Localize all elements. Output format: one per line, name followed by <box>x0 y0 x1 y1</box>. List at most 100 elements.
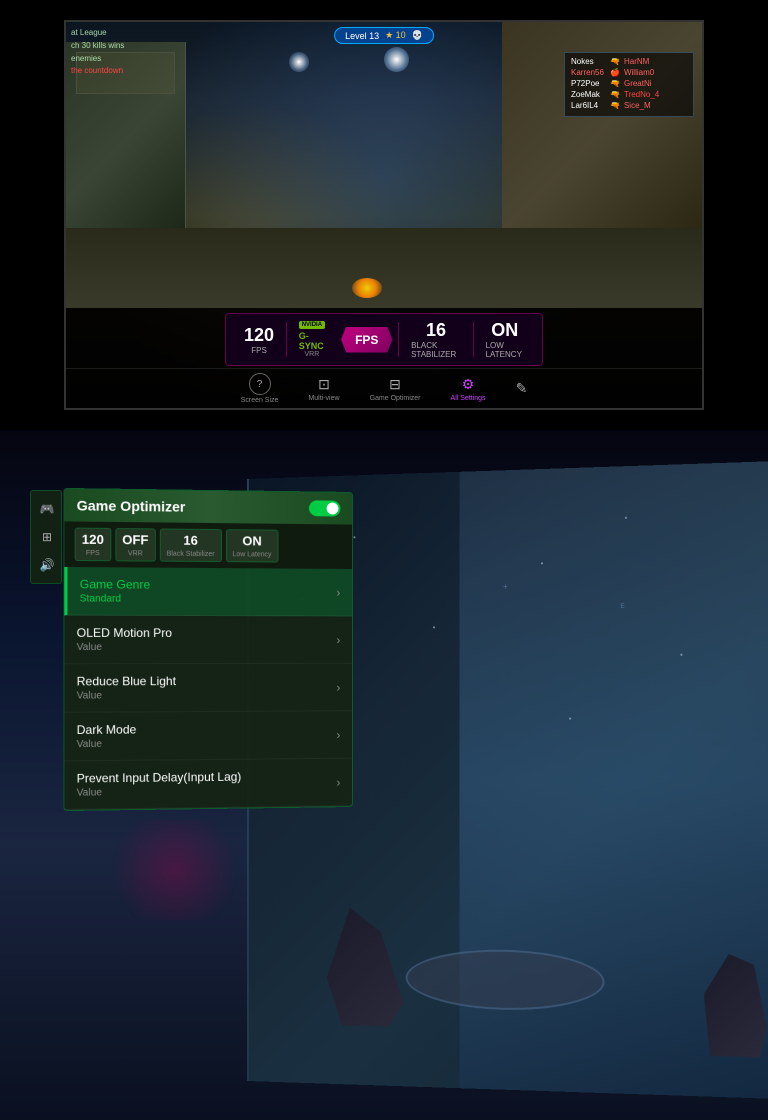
all-settings-control[interactable]: ⚙ All Settings <box>451 376 486 402</box>
mini-black-value: 16 <box>167 533 215 548</box>
control-bar: ? Screen Size ⊡ Multi-view ⊟ Game Optimi… <box>66 368 702 408</box>
light-2 <box>384 47 409 72</box>
chevron-right-icon-2: › <box>336 633 340 647</box>
fps-badge: FPS <box>341 327 392 353</box>
stat-divider <box>286 322 287 357</box>
top-section: at League ch 30 kills wins enemies the c… <box>0 0 768 430</box>
low-latency-stat: ON Low Latency <box>476 318 534 361</box>
multi-view-label: Multi-view <box>308 395 339 402</box>
mini-fps-label: FPS <box>86 550 100 557</box>
multi-view-icon: ⊡ <box>318 376 330 393</box>
optimizer-panel: Game Optimizer 120 FPS OFF VRR 16 Black … <box>63 488 353 811</box>
mini-stat-black: 16 Black Stabilizer <box>160 528 222 562</box>
particle <box>625 516 627 518</box>
gsync-sub: VRR <box>305 351 320 358</box>
menu-item-game-genre-value: Standard <box>80 593 341 605</box>
menu-item-game-genre-title: Game Genre <box>80 577 341 592</box>
stat-divider-2 <box>398 322 399 357</box>
scoreboard: Nokes🔫HarNM Karren56🍎William0 P72Poe🔫Gre… <box>564 52 694 117</box>
chevron-right-icon-3: › <box>336 680 340 694</box>
level-text: Level 13 <box>345 31 379 41</box>
game-optimizer-icon: ⊟ <box>389 376 401 393</box>
panel-header: Game Optimizer <box>64 489 352 525</box>
table-row: Karren56🍎William0 <box>571 68 687 77</box>
marker: E <box>620 604 624 610</box>
stat-divider-3 <box>473 322 474 357</box>
side-icons-panel: 🎮 ⊞ 🔊 <box>30 490 62 584</box>
gsync-stat: NVIDIA G-SYNC VRR <box>289 319 335 360</box>
fps-stat: 120 FPS <box>234 323 284 357</box>
mini-black-label: Black Stabilizer <box>167 551 215 558</box>
crosshair: + <box>503 582 508 591</box>
stats-bar: 120 FPS NVIDIA G-SYNC VRR FPS 16 Black S… <box>225 313 543 366</box>
game-screen-top: at League ch 30 kills wins enemies the c… <box>64 20 704 410</box>
side-icon-volume[interactable]: 🔊 <box>35 553 59 577</box>
all-settings-label: All Settings <box>451 395 486 402</box>
muzzle-flash <box>352 278 382 298</box>
menu-item-oled-motion-title: OLED Motion Pro <box>77 626 341 640</box>
nvidia-logo: NVIDIA <box>299 321 325 329</box>
panel-title: Game Optimizer <box>77 497 186 514</box>
menu-item-oled-motion-value: Value <box>77 642 341 653</box>
table-row: P72Poe🔫GreatNi <box>571 79 687 88</box>
screen-size-icon: ? <box>249 373 271 395</box>
menu-item-reduce-blue-light-value: Value <box>77 690 341 702</box>
menu-item-input-lag-value: Value <box>77 784 341 798</box>
black-stabilizer-value: 16 <box>426 320 446 341</box>
particle <box>433 626 435 628</box>
mini-stats-bar: 120 FPS OFF VRR 16 Black Stabilizer ON L… <box>64 521 352 569</box>
panel-toggle[interactable] <box>309 500 340 516</box>
menu-item-game-genre[interactable]: Game Genre Standard › <box>64 567 352 616</box>
menu-item-reduce-blue-light[interactable]: Reduce Blue Light Value › <box>64 664 352 713</box>
menu-item-dark-mode-title: Dark Mode <box>77 721 341 737</box>
mini-latency-value: ON <box>232 533 271 548</box>
mini-latency-label: Low Latency <box>232 551 271 558</box>
rocks-left <box>327 907 404 1027</box>
side-icon-gamepad[interactable]: 🎮 <box>35 497 59 521</box>
edit-control[interactable]: ✎ <box>516 380 528 397</box>
black-stabilizer-stat: 16 Black Stabilizer <box>401 318 471 361</box>
menu-item-oled-motion[interactable]: OLED Motion Pro Value › <box>64 616 352 665</box>
bottom-section: + E 🎮 ⊞ 🔊 Game Optimizer 120 FPS OFF VRR <box>0 430 768 1120</box>
menu-item-input-lag-title: Prevent Input Delay(Input Lag) <box>77 769 341 786</box>
game-optimizer-control[interactable]: ⊟ Game Optimizer <box>370 376 421 402</box>
side-icon-grid[interactable]: ⊞ <box>35 525 59 549</box>
screen-size-label: Screen Size <box>241 397 279 404</box>
mini-fps-value: 120 <box>82 532 104 547</box>
mini-stat-fps: 120 FPS <box>75 528 111 562</box>
particle <box>569 718 571 720</box>
chevron-right-icon-5: › <box>336 775 340 789</box>
mini-vrr-value: OFF <box>122 532 148 547</box>
light-1 <box>289 52 309 72</box>
particle <box>353 536 355 538</box>
star-count: ★ 10 <box>385 30 406 41</box>
kill-feed: at League ch 30 kills wins enemies the c… <box>71 27 124 78</box>
menu-item-input-lag[interactable]: Prevent Input Delay(Input Lag) Value › <box>64 759 352 810</box>
mini-stat-latency: ON Low Latency <box>226 529 279 562</box>
chevron-right-icon: › <box>336 585 340 599</box>
fps-value: 120 <box>244 325 274 346</box>
edit-icon: ✎ <box>516 380 528 397</box>
all-settings-icon: ⚙ <box>462 376 475 393</box>
screen-size-control[interactable]: ? Screen Size <box>241 373 279 404</box>
low-latency-label: Low Latency <box>486 341 524 359</box>
black-stabilizer-label: Black Stabilizer <box>411 341 461 359</box>
mini-stat-vrr: OFF VRR <box>115 528 155 562</box>
table-row: Lar6IL4🔫Sice_M <box>571 101 687 110</box>
fps-label: FPS <box>251 346 267 355</box>
game-optimizer-label: Game Optimizer <box>370 395 421 402</box>
menu-item-dark-mode-value: Value <box>77 737 341 750</box>
ground <box>66 228 702 308</box>
menu-item-reduce-blue-light-title: Reduce Blue Light <box>77 674 341 689</box>
menu-section: Game Genre Standard › OLED Motion Pro Va… <box>64 567 352 810</box>
table-row: Nokes🔫HarNM <box>571 57 687 66</box>
hud-level-bar: Level 13 ★ 10 💀 <box>334 27 434 44</box>
multi-view-control[interactable]: ⊡ Multi-view <box>308 376 339 402</box>
table-row: ZoeMak🔫TredNo_4 <box>571 90 687 99</box>
skull-icon: 💀 <box>412 30 423 41</box>
gsync-text: G-SYNC <box>299 331 325 351</box>
mini-vrr-label: VRR <box>128 550 143 557</box>
low-latency-value: ON <box>491 320 518 341</box>
menu-item-dark-mode[interactable]: Dark Mode Value › <box>64 711 352 761</box>
hud-bottom: 120 FPS NVIDIA G-SYNC VRR FPS 16 Black S… <box>66 308 702 408</box>
